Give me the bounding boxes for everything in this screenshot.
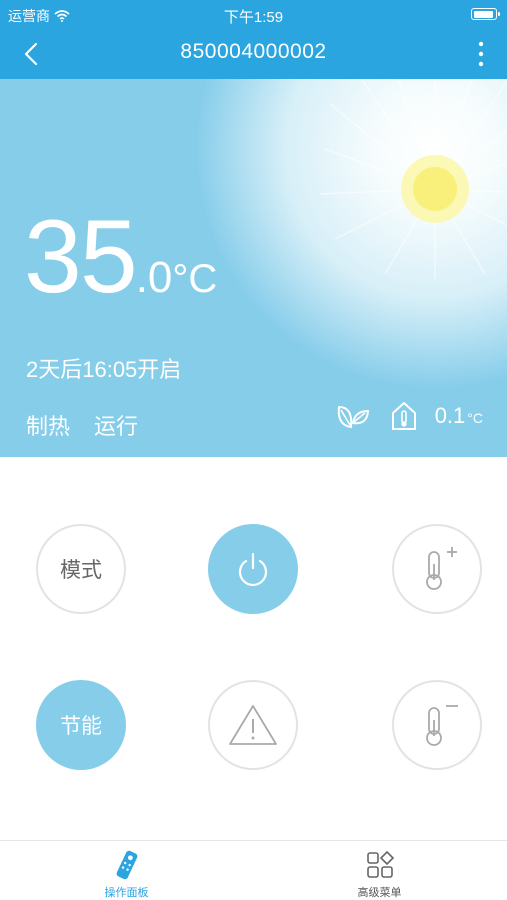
tab-bar: 操作面板 高级菜单 [0,840,507,900]
thermometer-plus-icon [426,547,457,590]
more-menu-button[interactable] [475,38,487,70]
temperature-up-button[interactable] [392,524,482,614]
eco-button[interactable]: 节能 [36,680,126,770]
hero-indicators: 0.1 °C [333,401,483,431]
warning-icon [229,705,277,745]
mode-status: 制热 运行 [26,409,138,441]
alarm-button[interactable] [208,680,298,770]
indoor-temperature-value: 0.1 [434,403,466,428]
mode-button-label: 模式 [60,559,102,582]
current-temperature: 35.0°C [24,205,217,309]
status-bar: 运营商 下午1:59 [0,0,507,28]
indoor-temperature-unit: °C [467,410,483,426]
temperature-decimal: .0 [135,253,173,302]
nav-bar: 850004000002 [0,28,507,79]
schedule-text: 2天后16:05开启 [26,357,182,382]
battery-icon [471,8,500,20]
indoor-temperature: 0.1 °C [435,403,483,429]
temperature-down-button[interactable] [392,680,482,770]
tab-control-panel[interactable]: 操作面板 [0,841,253,900]
status-panel: 35.0°C 2天后16:05开启 制热 运行 0.1 °C [0,79,507,457]
grid-menu-icon [367,850,395,878]
eco-button-label: 节能 [60,715,102,738]
thermometer-minus-icon [426,705,458,746]
sun-icon [319,79,507,279]
temperature-integer: 35 [24,199,138,315]
page-title: 850004000002 [180,40,327,63]
back-button[interactable] [14,36,50,72]
leaf-icon [337,405,369,429]
power-button[interactable] [208,524,298,614]
mode-label: 制热 [26,414,71,439]
tab-advanced-menu[interactable]: 高级菜单 [253,841,506,900]
app-root: 运营商 下午1:59 850004000002 35.0°C 2天后16:05开… [0,0,507,900]
tab-control-panel-label: 操作面板 [104,887,149,899]
remote-control-icon [116,850,138,880]
power-icon [238,552,268,586]
temperature-unit: °C [172,257,218,301]
top-bar: 运营商 下午1:59 850004000002 [0,0,507,79]
run-state-label: 运行 [94,414,139,439]
mode-button[interactable]: 模式 [36,524,126,614]
tab-advanced-menu-label: 高级菜单 [357,887,402,899]
indoor-temperature-icon [391,402,416,430]
status-time: 下午1:59 [223,9,284,26]
